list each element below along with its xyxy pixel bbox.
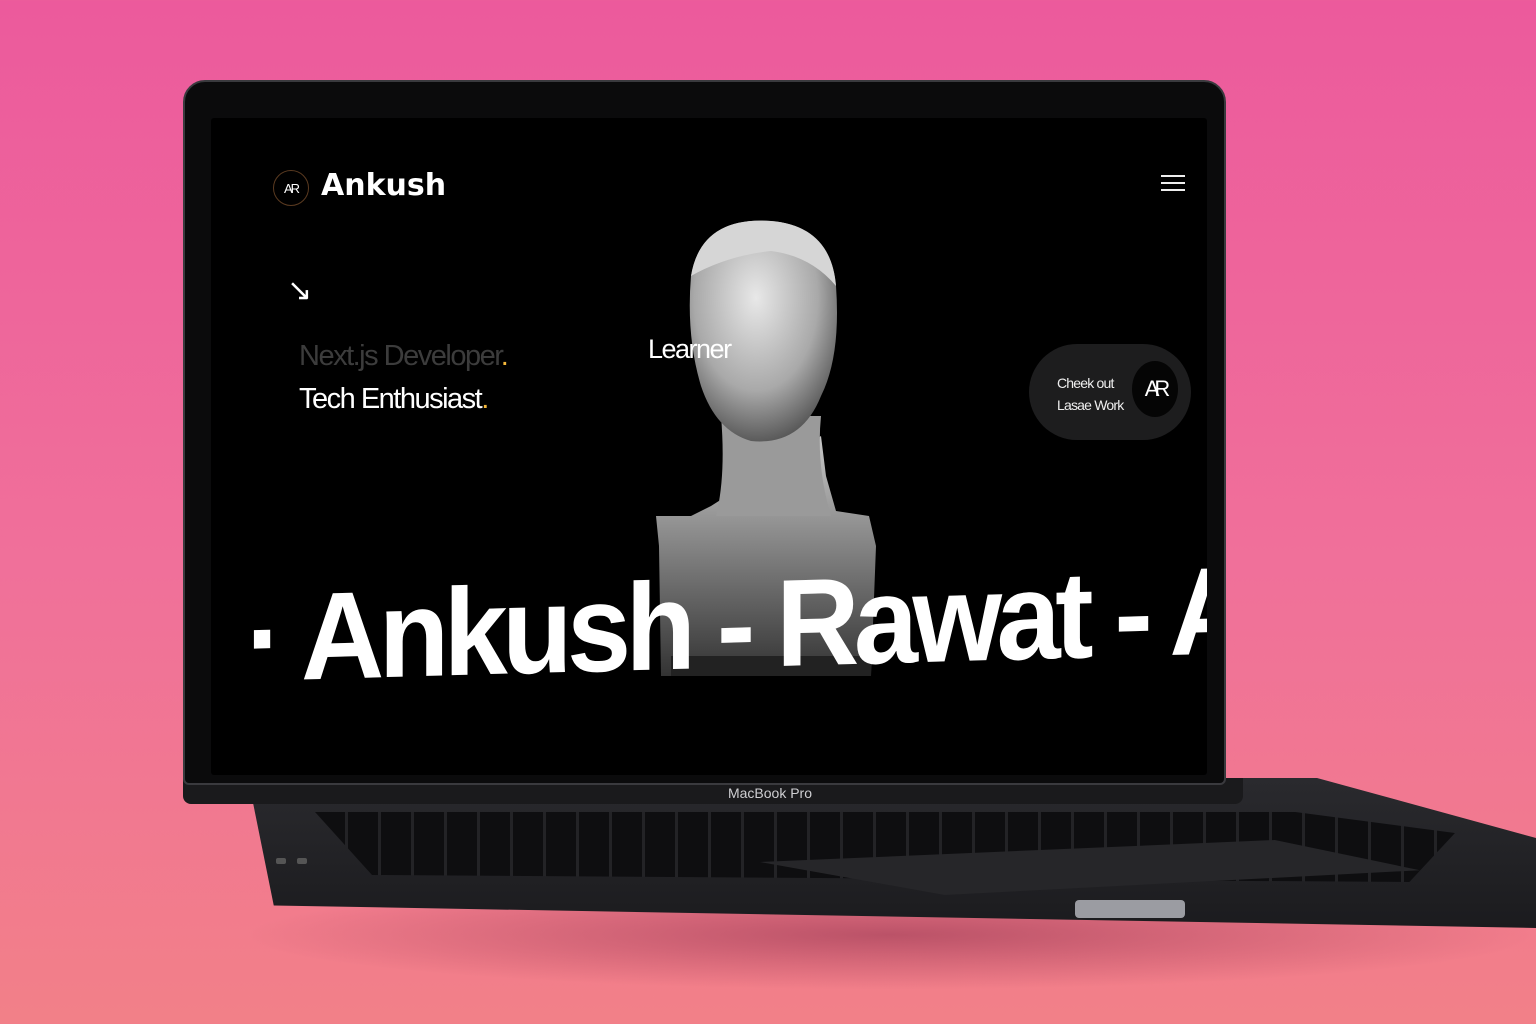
name-marquee: · Ankush - Rawat - An bbox=[246, 539, 1207, 708]
cta-logo: AR bbox=[1132, 361, 1178, 417]
brand-name[interactable]: Ankush bbox=[321, 168, 446, 203]
logo[interactable]: AR bbox=[273, 170, 309, 206]
website-screen: AR Ankush ↘ Next.js Developer. Tech Enth… bbox=[211, 118, 1207, 775]
device-label: MacBook Pro bbox=[727, 785, 813, 801]
arrow-down-right-icon: ↘ bbox=[287, 274, 313, 307]
hamburger-icon[interactable] bbox=[1161, 170, 1185, 196]
usb-port bbox=[276, 858, 286, 864]
lid-notch bbox=[1075, 900, 1185, 918]
role-floating: Learner bbox=[648, 334, 732, 364]
check-out-work-button[interactable]: Cheek out Lasae Work AR bbox=[1029, 344, 1191, 440]
role-previous: Next.js Developer. bbox=[299, 340, 509, 372]
usb-port bbox=[297, 858, 307, 864]
cta-label: Cheek out Lasae Work bbox=[1057, 375, 1124, 413]
role-current: Tech Enthusiast. bbox=[299, 383, 489, 415]
